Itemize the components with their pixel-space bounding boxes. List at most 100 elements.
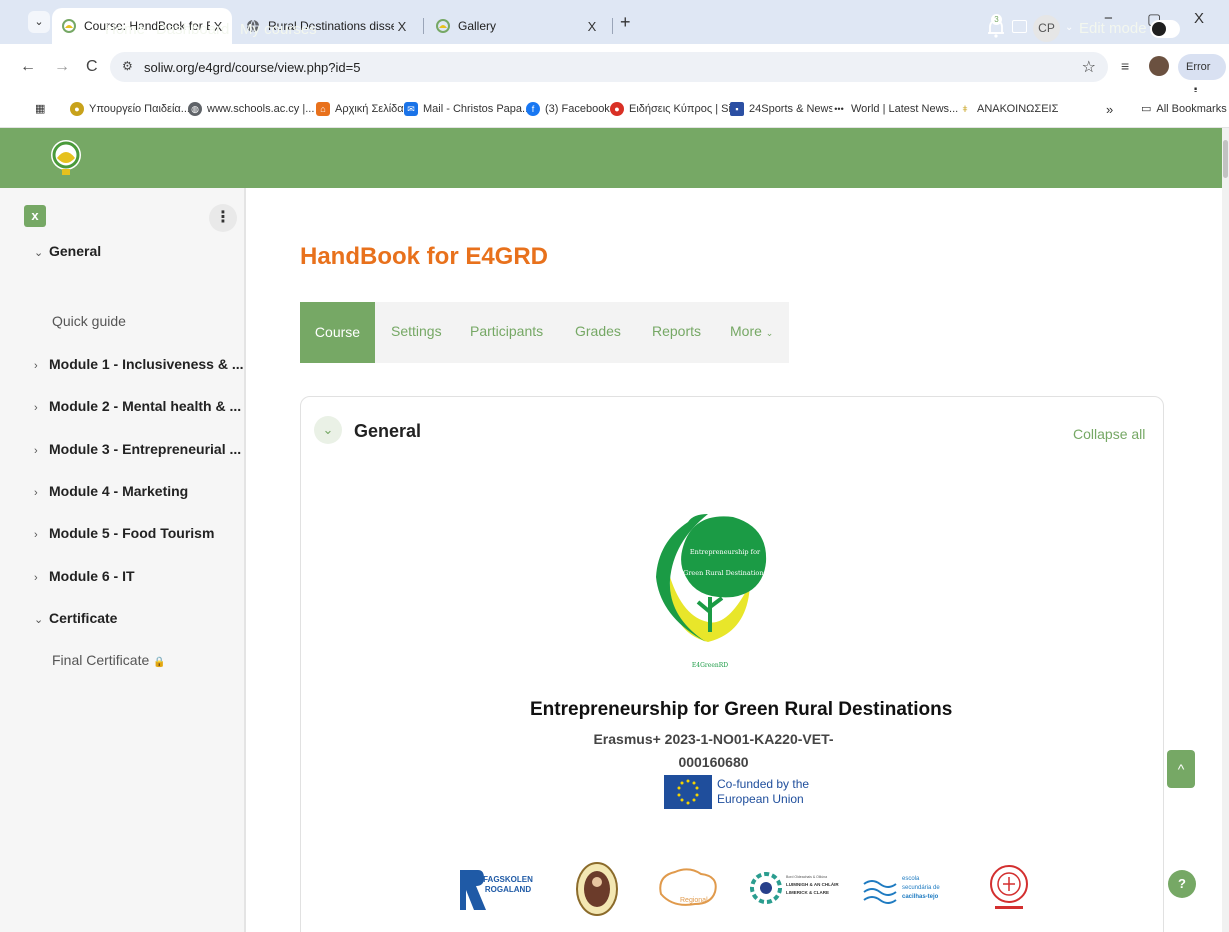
news-icon: ● xyxy=(610,102,624,116)
folder-icon: ▭ xyxy=(1141,103,1152,115)
url-omnibox[interactable]: ⚙ soliw.org/e4grd/course/view.php?id=5 ☆ xyxy=(110,52,1108,82)
crest-icon: ǂ xyxy=(958,102,972,116)
chevron-right-icon: › xyxy=(34,572,38,584)
scrollbar-thumb[interactable] xyxy=(1223,140,1228,178)
collapse-all-link[interactable]: Collapse all xyxy=(1073,426,1145,442)
course-secondary-nav: Course Settings Participants Grades Repo… xyxy=(300,302,789,363)
all-bookmarks-button[interactable]: ▭ All Bookmarks xyxy=(1141,102,1227,116)
sidebar-section-module-2[interactable]: › Module 2 - Mental health & ... xyxy=(34,398,241,414)
facebook-icon: f xyxy=(526,102,540,116)
tab-more[interactable]: More ⌄ xyxy=(730,323,773,339)
bookmark-item[interactable]: ● Ειδήσεις Κύπρος | Si... xyxy=(610,102,740,116)
error-menu-button[interactable]: Error ⋮ xyxy=(1178,54,1226,100)
sidebar-section-module-5[interactable]: › Module 5 - Food Tourism xyxy=(34,525,214,541)
url-text[interactable]: soliw.org/e4grd/course/view.php?id=5 xyxy=(144,60,360,75)
section-collapse-toggle[interactable]: ⌄ xyxy=(314,416,342,444)
site-logo-icon[interactable] xyxy=(48,138,84,176)
partner-logo-limerick-clare: Bord Oideachais & Oiliúna LUIMNIGH & AN … xyxy=(750,872,839,904)
svg-text:LUIMNIGH & AN CHLÁIR: LUIMNIGH & AN CHLÁIR xyxy=(786,881,839,887)
notification-count-badge: 3 xyxy=(991,14,1002,25)
chevron-down-icon[interactable]: ⌄ xyxy=(1065,22,1073,33)
sidebar-section-module-3[interactable]: › Module 3 - Entrepreneurial ... xyxy=(34,441,241,457)
crest-icon: ● xyxy=(70,102,84,116)
back-button[interactable]: ← xyxy=(20,58,36,76)
chevron-down-icon: ⌄ xyxy=(34,614,44,626)
bookmark-item[interactable]: ▪ 24Sports & News xyxy=(730,102,834,116)
page-scrollbar[interactable] xyxy=(1222,128,1229,932)
bookmark-item[interactable]: ✉ Mail - Christos Papa... xyxy=(404,102,531,116)
toggle-knob xyxy=(1152,22,1166,36)
page-title: HandBook for E4GRD xyxy=(300,243,549,270)
reload-button[interactable]: C xyxy=(86,58,98,76)
bookmark-item[interactable]: ⌂ Αρχική Σελίδα xyxy=(316,102,404,116)
sidebar-section-certificate[interactable]: ⌄ Certificate xyxy=(34,610,117,626)
tab-divider xyxy=(612,18,613,34)
dots-icon: ••• xyxy=(832,102,846,116)
tab-settings[interactable]: Settings xyxy=(391,323,442,339)
sidebar-item-final-certificate[interactable]: Final Certificate 🔒 xyxy=(52,652,166,668)
bookmark-item[interactable]: ● Υπουργείο Παιδεία... xyxy=(70,102,190,116)
apps-grid-icon[interactable]: ▦ xyxy=(35,102,45,115)
new-tab-button[interactable]: + xyxy=(620,12,631,33)
close-window-button[interactable]: X xyxy=(1194,10,1204,27)
e4greenrd-logo-icon: Entrepreneurship for Green Rural Destina… xyxy=(656,514,767,669)
moodle-favicon-icon xyxy=(62,19,76,33)
partner-logo-seal xyxy=(576,862,618,916)
sidebar-item-quick-guide[interactable]: Quick guide xyxy=(52,313,126,329)
partner-logo-turkish-emblem xyxy=(990,865,1028,909)
tab-close-icon[interactable]: X xyxy=(584,19,600,34)
help-button[interactable]: ? xyxy=(1168,870,1196,898)
tab-reports[interactable]: Reports xyxy=(652,323,701,339)
svg-text:escola: escola xyxy=(902,876,920,882)
user-avatar[interactable]: CP xyxy=(1033,15,1060,42)
partner-logo-regional: Regional xyxy=(659,868,717,906)
sidebar-section-general[interactable]: ⌄ General xyxy=(34,243,101,259)
tab-course[interactable]: Course xyxy=(300,302,375,363)
partner-logo-cacilhas-tejo: escola secundária de cacilhas-tejo xyxy=(863,876,940,904)
forward-button[interactable]: → xyxy=(54,58,70,76)
grant-number-line1: Erasmus+ 2023-1-NO01-KA220-VET- xyxy=(593,731,834,747)
bookmark-star-icon[interactable]: ☆ xyxy=(1082,57,1096,77)
drawer-menu-button[interactable]: ⋮ xyxy=(209,204,237,232)
reading-list-icon[interactable]: ≡ xyxy=(1121,58,1129,74)
site-navbar xyxy=(0,128,1222,188)
svg-text:secundária de: secundária de xyxy=(902,885,940,891)
logo-caption: E4GreenRD xyxy=(692,662,728,669)
svg-text:LIMERICK & CLARE: LIMERICK & CLARE xyxy=(786,890,829,895)
profile-avatar[interactable] xyxy=(1149,56,1169,76)
close-drawer-button[interactable]: x xyxy=(24,205,46,227)
messages-icon[interactable] xyxy=(1012,20,1027,33)
chevron-down-icon: ⌄ xyxy=(765,328,774,338)
section-title: General xyxy=(354,421,422,441)
moodle-favicon-icon xyxy=(436,19,450,33)
tab-search-button[interactable]: ⌄ xyxy=(28,11,50,33)
partner-logo-fagskolen: FAGSKOLEN ROGALAND xyxy=(460,870,533,910)
bookmark-item[interactable]: ◍ www.schools.ac.cy |... xyxy=(188,102,314,116)
bookmark-item[interactable]: f (3) Facebook xyxy=(526,102,610,116)
scroll-to-top-button[interactable]: ^ xyxy=(1167,750,1195,788)
sidebar-section-module-1[interactable]: › Module 1 - Inclusiveness & ... xyxy=(34,356,244,372)
tab-grades[interactable]: Grades xyxy=(575,323,621,339)
nav-my-courses-link[interactable]: My courses xyxy=(240,21,317,38)
bookmarks-overflow-button[interactable]: » xyxy=(1106,102,1113,117)
nav-home-link[interactable]: Home xyxy=(105,21,145,38)
site-info-icon[interactable]: ⚙ xyxy=(122,59,133,73)
eu-flag-icon xyxy=(664,775,712,809)
logo-text-line2: Green Rural Destinations xyxy=(683,569,767,577)
svg-text:Bord Oideachais & Oiliúna: Bord Oideachais & Oiliúna xyxy=(786,875,827,879)
sidebar-section-module-4[interactable]: › Module 4 - Marketing xyxy=(34,483,188,499)
chevron-right-icon: › xyxy=(34,402,38,414)
tab-close-icon[interactable]: X xyxy=(394,19,410,34)
sidebar-section-module-6[interactable]: › Module 6 - IT xyxy=(34,568,135,584)
chevron-right-icon: › xyxy=(34,487,38,499)
sports-icon: ▪ xyxy=(730,102,744,116)
edit-mode-toggle[interactable] xyxy=(1150,20,1180,38)
svg-text:FAGSKOLEN: FAGSKOLEN xyxy=(483,875,533,884)
nav-dashboard-link[interactable]: Dashboard xyxy=(156,21,229,38)
bookmark-item[interactable]: ǂ ΑΝΑΚΟΙΝΩΣΕΙΣ xyxy=(958,102,1058,116)
tab-participants[interactable]: Participants xyxy=(470,323,543,339)
tab-gallery[interactable]: Gallery X xyxy=(426,8,606,44)
mail-icon: ✉ xyxy=(404,102,418,116)
bookmark-item[interactable]: ••• World | Latest News... xyxy=(832,102,958,116)
bookmarks-bar: ▦ ● Υπουργείο Παιδεία... ◍ www.schools.ac.… xyxy=(0,92,1229,128)
